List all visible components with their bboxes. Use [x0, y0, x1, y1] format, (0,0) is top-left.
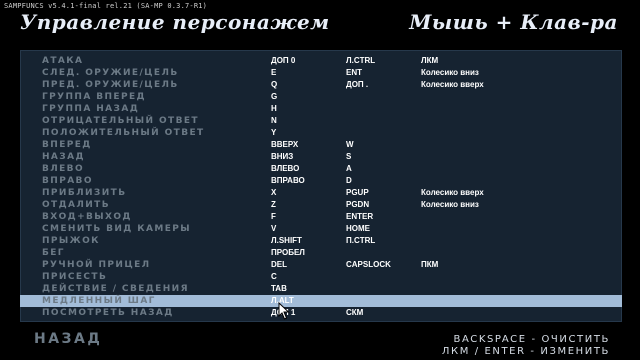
control-row[interactable]: СЛЕД. ОРУЖИЕ/ЦЕЛЬ E ENT Колесико вниз: [20, 67, 622, 79]
key1-binding[interactable]: ВПРАВО: [271, 175, 305, 187]
control-scheme-title[interactable]: Мышь + Клав-ра: [409, 10, 618, 34]
key2-binding[interactable]: HOME: [346, 223, 370, 235]
key1-binding[interactable]: ПРОБЕЛ: [271, 247, 305, 259]
control-row[interactable]: ПОСМОТРЕТЬ НАЗАДДОП 1СКМ: [20, 307, 622, 319]
key2-binding[interactable]: A: [346, 163, 352, 175]
key3-binding[interactable]: Колесико вверх: [421, 187, 484, 199]
key2-binding[interactable]: S: [346, 151, 351, 163]
action-label: РУЧНОЙ ПРИЦЕЛ: [42, 260, 151, 270]
control-row[interactable]: ГРУППА НАЗАД H: [20, 103, 622, 115]
hint-change: ЛКМ / ENTER - ИЗМЕНИТЬ: [441, 346, 610, 357]
key2-binding[interactable]: PGDN: [346, 199, 369, 211]
key1-binding[interactable]: N: [271, 115, 277, 127]
control-row[interactable]: ПОЛОЖИТЕЛЬНЫЙ ОТВЕТ Y: [20, 127, 622, 139]
key1-binding[interactable]: G: [271, 91, 277, 103]
key3-binding[interactable]: ПКМ: [421, 259, 438, 271]
control-row[interactable]: ПРИСЕСТЬ C: [20, 271, 622, 283]
key3-binding[interactable]: Колесико вверх: [421, 79, 484, 91]
control-row[interactable]: СМЕНИТЬ ВИД КАМЕРЫ V HOME: [20, 223, 622, 235]
key1-binding[interactable]: ВВЕРХ: [271, 139, 298, 151]
overlay-version-text: SAMPFUNCS v5.4.1-final rel.21 (SA-MP 0.3…: [4, 2, 208, 10]
key1-binding[interactable]: H: [271, 103, 277, 115]
control-row[interactable]: ОТРИЦАТЕЛЬНЫЙ ОТВЕТ N: [20, 115, 622, 127]
key3-binding[interactable]: Колесико вниз: [421, 67, 479, 79]
back-button[interactable]: НАЗАД: [34, 331, 102, 347]
control-row[interactable]: БЕГ ПРОБЕЛ: [20, 247, 622, 259]
action-label: ОТРИЦАТЕЛЬНЫЙ ОТВЕТ: [42, 116, 199, 126]
key2-binding[interactable]: ENT: [346, 67, 362, 79]
action-label: ПОЛОЖИТЕЛЬНЫЙ ОТВЕТ: [42, 128, 205, 138]
key1-binding[interactable]: TAB: [271, 283, 287, 295]
action-label: ПРИБЛИЗИТЬ: [42, 188, 127, 198]
key2-binding[interactable]: CAPSLOCK: [346, 259, 391, 271]
action-label: ГРУППА ВПЕРЕД: [42, 92, 146, 102]
mouse-pointer-icon: [278, 302, 290, 320]
action-label: ПРЫЖОК: [42, 236, 100, 246]
key1-binding[interactable]: F: [271, 211, 276, 223]
control-row-selected[interactable]: МЕДЛЕННЫЙ ШАГ Л.ALT: [20, 295, 622, 307]
action-label: ВХОД+ВЫХОД: [42, 212, 132, 222]
key1-binding[interactable]: V: [271, 223, 276, 235]
key2-binding[interactable]: П.CTRL: [346, 235, 375, 247]
action-label: СМЕНИТЬ ВИД КАМЕРЫ: [42, 224, 191, 234]
control-row[interactable]: РУЧНОЙ ПРИЦЕЛ DEL CAPSLOCK ПКМ: [20, 259, 622, 271]
key1-binding[interactable]: Y: [271, 127, 276, 139]
control-row[interactable]: НАЗАД ВНИЗ S: [20, 151, 622, 163]
control-row[interactable]: ОТДАЛИТЬ Z PGDN Колесико вниз: [20, 199, 622, 211]
action-label: ВПРАВО: [42, 176, 93, 186]
action-label: МЕДЛЕННЫЙ ШАГ: [42, 296, 156, 306]
action-label: ПОСМОТРЕТЬ НАЗАД: [42, 308, 174, 318]
control-row[interactable]: ПРЫЖОК Л.SHIFT П.CTRL: [20, 235, 622, 247]
key2-binding[interactable]: ENTER: [346, 211, 373, 223]
page-title: Управление персонажем: [20, 10, 330, 34]
action-label: АТАКА: [42, 56, 84, 66]
key2-binding[interactable]: D: [346, 175, 352, 187]
action-label: ДЕЙСТВИЕ / СВЕДЕНИЯ: [42, 284, 189, 294]
hint-clear: BACKSPACE - ОЧИСТИТЬ: [453, 334, 610, 345]
key1-binding[interactable]: X: [271, 187, 276, 199]
game-screen: { "overlay_text": "SAMPFUNCS v5.4.1-fina…: [0, 0, 640, 360]
action-label: ПРИСЕСТЬ: [42, 272, 108, 282]
control-row[interactable]: ВПЕРЕД ВВЕРХ W: [20, 139, 622, 151]
key1-binding[interactable]: ВЛЕВО: [271, 163, 299, 175]
key1-binding[interactable]: Z: [271, 199, 276, 211]
control-row[interactable]: ГРУППА ВПЕРЕД G: [20, 91, 622, 103]
action-label: СЛЕД. ОРУЖИЕ/ЦЕЛЬ: [42, 68, 179, 78]
key1-binding[interactable]: E: [271, 67, 276, 79]
action-label: ВПЕРЕД: [42, 140, 92, 150]
key3-binding[interactable]: Колесико вниз: [421, 199, 479, 211]
key2-binding[interactable]: Л.CTRL: [346, 55, 375, 67]
key1-binding[interactable]: ДОП 0: [271, 55, 295, 67]
key1-binding[interactable]: DEL: [271, 259, 287, 271]
key2-binding[interactable]: СКМ: [346, 307, 363, 319]
action-label: ГРУППА НАЗАД: [42, 104, 140, 114]
key1-binding[interactable]: C: [271, 271, 277, 283]
action-label: НАЗАД: [42, 152, 85, 162]
control-row[interactable]: ВХОД+ВЫХОД F ENTER: [20, 211, 622, 223]
key2-binding[interactable]: ДОП .: [346, 79, 368, 91]
control-row[interactable]: ДЕЙСТВИЕ / СВЕДЕНИЯ TAB: [20, 283, 622, 295]
control-row[interactable]: ВПРАВО ВПРАВО D: [20, 175, 622, 187]
key2-binding[interactable]: PGUP: [346, 187, 369, 199]
control-row[interactable]: ПРИБЛИЗИТЬ X PGUP Колесико вверх: [20, 187, 622, 199]
control-row[interactable]: ПРЕД. ОРУЖИЕ/ЦЕЛЬ Q ДОП . Колесико вверх: [20, 79, 622, 91]
action-label: ОТДАЛИТЬ: [42, 200, 110, 210]
action-label: ПРЕД. ОРУЖИЕ/ЦЕЛЬ: [42, 80, 179, 90]
key3-binding[interactable]: ЛКМ: [421, 55, 438, 67]
key1-binding[interactable]: Q: [271, 79, 277, 91]
key2-binding[interactable]: W: [346, 139, 354, 151]
control-row[interactable]: ВЛЕВО ВЛЕВО A: [20, 163, 622, 175]
action-label: ВЛЕВО: [42, 164, 84, 174]
key1-binding[interactable]: ВНИЗ: [271, 151, 293, 163]
key1-binding[interactable]: Л.SHIFT: [271, 235, 302, 247]
action-label: БЕГ: [42, 248, 65, 258]
control-row[interactable]: АТАКА ДОП 0 Л.CTRL ЛКМ: [20, 55, 622, 67]
